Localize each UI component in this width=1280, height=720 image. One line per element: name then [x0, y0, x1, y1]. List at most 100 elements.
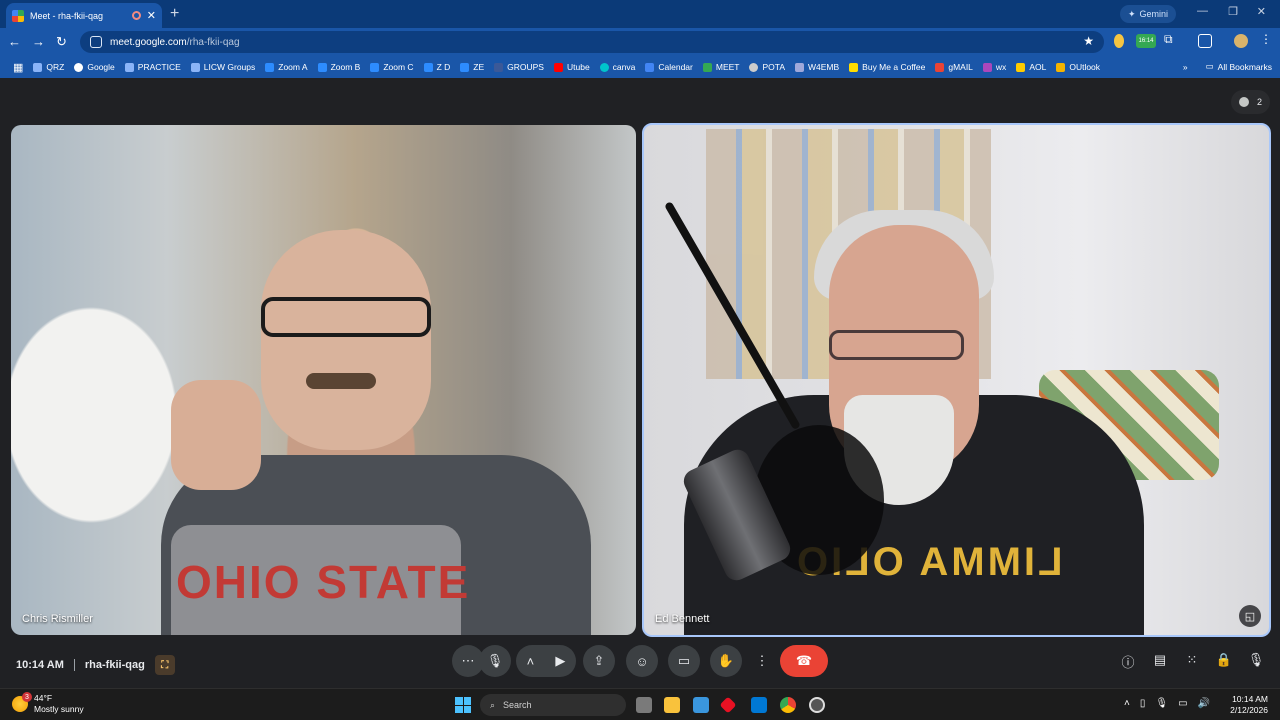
participant-name: Ed Bennett — [655, 613, 710, 625]
store-icon[interactable] — [693, 697, 709, 713]
taskbar-search[interactable]: ⌕ Search — [480, 694, 626, 716]
bookmark-item[interactable]: ZE — [455, 62, 489, 72]
chat-icon[interactable]: ▤ — [1150, 652, 1170, 668]
camera-button[interactable]: ˄ ▶ — [516, 645, 576, 677]
profile-avatar[interactable] — [1234, 34, 1248, 48]
reload-icon[interactable]: ↻ — [56, 34, 67, 50]
activities-icon[interactable]: ⁙ — [1182, 652, 1202, 668]
new-tab-button[interactable]: + — [170, 5, 179, 23]
bookmark-label: gMAIL — [948, 62, 973, 72]
video-tile-chris[interactable]: OHIO STATE Chris Rismiller — [11, 125, 636, 635]
notification-badge: 3 — [22, 692, 32, 702]
bookmark-item[interactable]: Zoom B — [313, 62, 366, 72]
forward-icon[interactable]: → — [32, 34, 45, 49]
bookmark-label: POTA — [762, 62, 785, 72]
app-circle-icon[interactable] — [809, 697, 825, 713]
person-mustache — [306, 373, 376, 389]
overflow-chevron-icon[interactable]: » — [1183, 62, 1188, 72]
bookmark-item[interactable]: canva — [595, 62, 641, 72]
search-icon: ⌕ — [490, 699, 496, 710]
folder-icon: ▭ — [1205, 61, 1214, 71]
bookmark-item[interactable]: Zoom A — [260, 62, 312, 72]
chrome-menu-icon[interactable]: ⋮ — [1260, 32, 1274, 46]
minimize-icon[interactable]: — — [1197, 5, 1208, 17]
extensions-puzzle-icon[interactable]: ⧉ — [1164, 32, 1178, 46]
microphone-button[interactable]: 🎙 — [479, 645, 511, 677]
bookmark-label: ZE — [473, 62, 485, 72]
present-screen-button[interactable]: ⇪ — [583, 645, 615, 677]
mic-status-icon[interactable]: 🎙 — [1246, 652, 1266, 668]
bookmark-item[interactable]: PRACTICE — [120, 62, 186, 72]
bookmark-item[interactable]: QRZ — [28, 62, 69, 72]
site-info-icon[interactable] — [90, 36, 102, 48]
bookmark-favicon-icon — [795, 62, 804, 72]
picture-in-picture-icon[interactable]: ◱ — [1239, 605, 1261, 627]
app-diamond-icon[interactable] — [719, 696, 737, 714]
bookmark-star-icon[interactable]: ★ — [1083, 34, 1094, 48]
close-window-icon[interactable]: ✕ — [1257, 5, 1266, 18]
bookmark-item[interactable]: gMAIL — [930, 62, 978, 72]
bookmark-item[interactable]: Utube — [549, 62, 595, 72]
bookmark-item[interactable]: Calendar — [640, 62, 698, 72]
bookmark-item[interactable]: POTA — [744, 62, 790, 72]
battery-icon[interactable]: ▯ — [1140, 698, 1146, 709]
emoji-icon: ☺ — [635, 653, 649, 669]
bookmark-label: LICW Groups — [203, 62, 256, 72]
bookmark-item[interactable]: wx — [978, 62, 1011, 72]
bookmark-item[interactable]: AOL — [1011, 62, 1051, 72]
url-host: meet.google.com — [110, 36, 187, 48]
outlook-icon[interactable] — [751, 697, 767, 713]
bookmark-item[interactable]: W4EMB — [790, 62, 844, 72]
clock-extension-icon[interactable]: 16:14 — [1136, 34, 1156, 48]
bookmark-favicon-icon — [190, 62, 200, 72]
volume-icon[interactable]: 🔊 — [1198, 698, 1210, 709]
bookmark-favicon-icon — [370, 62, 380, 72]
bookmark-favicon-icon — [494, 62, 504, 72]
maximize-icon[interactable]: ❐ — [1228, 5, 1238, 18]
lightbulb-extension-icon[interactable] — [1114, 34, 1124, 48]
bookmark-item[interactable]: OUtlook — [1051, 62, 1105, 72]
bookmark-favicon-icon — [265, 62, 275, 72]
close-tab-icon[interactable]: ✕ — [147, 9, 156, 22]
apps-grid-icon[interactable]: ▦ — [8, 61, 28, 74]
bookmark-item[interactable]: Buy Me a Coffee — [844, 62, 930, 72]
raise-hand-button[interactable]: ✋ — [710, 645, 742, 677]
clock-date: 2/12/2026 — [1230, 705, 1268, 715]
tab-meet[interactable]: Meet - rha-fkii-qag ✕ — [6, 3, 162, 28]
address-bar[interactable]: meet.google.com/rha-fkii-qag ★ — [80, 31, 1104, 53]
display-icon[interactable]: ▭ — [1178, 698, 1187, 709]
back-icon[interactable]: ← — [8, 34, 21, 49]
bookmark-item[interactable]: Z D — [419, 62, 456, 72]
bookmark-item[interactable]: LICW Groups — [186, 62, 261, 72]
bookmark-label: QRZ — [46, 62, 65, 72]
reading-list-icon[interactable] — [1198, 34, 1212, 48]
chrome-icon[interactable] — [780, 697, 796, 713]
bookmark-favicon-icon — [423, 62, 433, 72]
bookmark-item[interactable]: GROUPS — [489, 62, 549, 72]
bookmark-item[interactable]: MEET — [698, 62, 745, 72]
gemini-button[interactable]: ✦ Gemini — [1119, 5, 1176, 23]
chevron-up-icon[interactable]: ˄ — [527, 654, 535, 669]
mic-tray-icon[interactable]: 🎙 — [1155, 698, 1168, 709]
emoji-reactions-button[interactable]: ☺ — [626, 645, 658, 677]
bookmarks-bar: ▦ QRZ Google PRACTICE LICW Groups Zoom A… — [0, 56, 1280, 78]
weather-widget[interactable]: 3 44°F Mostly sunny — [12, 692, 84, 715]
more-options-button[interactable]: ⋮ — [752, 645, 772, 677]
windows-start-icon[interactable] — [455, 697, 471, 713]
host-controls-icon[interactable]: ⛶ — [154, 655, 175, 675]
meet-controls-bar: 10:14 AM rha-fkii-qag ⛶ ⋯ 🎙 ˄ ▶ ⇪ ☺ ▭ ✋ ⋮… — [0, 640, 1280, 684]
meeting-details-icon[interactable]: ⓘ — [1118, 652, 1138, 671]
file-explorer-icon[interactable] — [664, 697, 680, 713]
bookmark-item[interactable]: Google — [69, 62, 119, 72]
vertical-ellipsis-icon: ⋮ — [755, 653, 769, 668]
all-bookmarks-button[interactable]: » ▭ All Bookmarks — [1183, 61, 1272, 72]
captions-button[interactable]: ▭ — [668, 645, 700, 677]
leave-call-button[interactable]: ☎ — [780, 645, 828, 677]
task-view-icon[interactable] — [636, 697, 652, 713]
host-controls-lock-icon[interactable]: 🔒 — [1214, 652, 1234, 668]
taskbar-clock[interactable]: 10:14 AM 2/12/2026 — [1230, 694, 1268, 716]
video-tile-ed[interactable]: LIMMA OLIO Ed Bennett ◱ — [642, 123, 1271, 637]
bookmark-item[interactable]: Zoom C — [365, 62, 418, 72]
show-hidden-icons-icon[interactable]: ˄ — [1124, 698, 1130, 709]
participants-button[interactable]: 2 — [1230, 90, 1270, 114]
